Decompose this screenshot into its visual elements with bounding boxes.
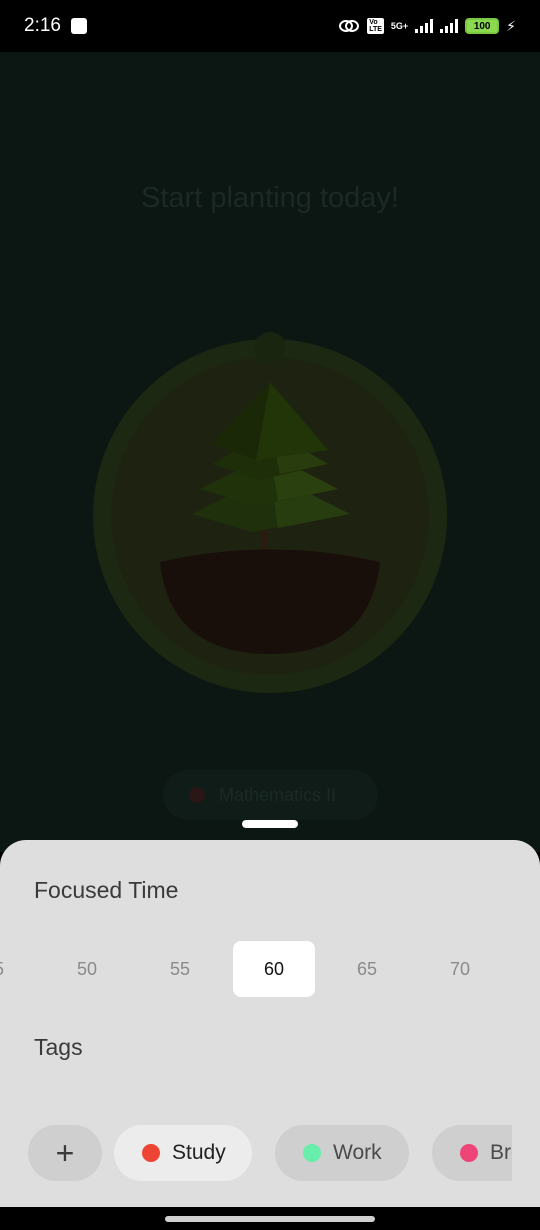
battery-level: 100 [473, 20, 491, 32]
time-option-50[interactable]: 50 [46, 941, 128, 997]
time-picker[interactable]: 45 50 55 60 65 70 [0, 941, 540, 997]
sheet-drag-handle[interactable] [242, 820, 298, 828]
time-option-65[interactable]: 65 [326, 941, 408, 997]
headline: Start planting today! [141, 182, 399, 214]
link-icon [339, 20, 360, 32]
signal-icon-2 [440, 19, 459, 33]
current-tag-chip[interactable]: Mathematics II [163, 770, 378, 820]
status-bar: 2:16 Vo LTE 5G+ 100 ⚡ [0, 0, 540, 52]
status-time: 2:16 [24, 15, 61, 36]
tag-label-break: Break [490, 1141, 512, 1164]
tag-chip-break[interactable]: Break [432, 1125, 512, 1181]
main-area: Start planting today! Mathematics II [0, 52, 540, 852]
charging-icon: ⚡ [506, 17, 516, 34]
plus-icon: + [55, 1134, 75, 1171]
volte-icon: Vo LTE [367, 18, 384, 34]
home-gesture-bar[interactable] [165, 1216, 375, 1222]
tag-dot-break [460, 1144, 478, 1162]
notification-icon [70, 18, 87, 34]
time-option-60-selected[interactable]: 60 [233, 941, 315, 997]
status-icons: Vo LTE 5G+ 100 ⚡ [338, 18, 516, 35]
tag-dot-work [303, 1144, 321, 1162]
signal-icon-1 [415, 19, 434, 33]
network-type: 5G+ [390, 20, 409, 31]
time-option-70[interactable]: 70 [419, 941, 501, 997]
current-tag-label: Mathematics II [219, 784, 337, 805]
tags-list[interactable]: + Study Work Break [28, 1125, 512, 1181]
tag-chip-work[interactable]: Work [275, 1125, 409, 1181]
tag-label-study: Study [172, 1141, 226, 1164]
tags-title: Tags [34, 1034, 83, 1060]
tag-dot-study [142, 1144, 160, 1162]
tree-icon [160, 382, 380, 654]
tag-label-work: Work [333, 1141, 382, 1164]
bottom-sheet: Focused Time 45 50 55 60 65 70 Tags + St… [0, 840, 540, 1207]
focused-time-title: Focused Time [34, 877, 179, 903]
tag-chip-study[interactable]: Study [114, 1125, 252, 1181]
timer-ring-knob[interactable] [254, 332, 286, 364]
add-tag-button[interactable]: + [28, 1125, 102, 1181]
time-option-55[interactable]: 55 [139, 941, 221, 997]
current-tag-dot [189, 787, 205, 803]
battery-icon: 100 [465, 18, 500, 34]
time-option-45[interactable]: 45 [0, 941, 6, 997]
